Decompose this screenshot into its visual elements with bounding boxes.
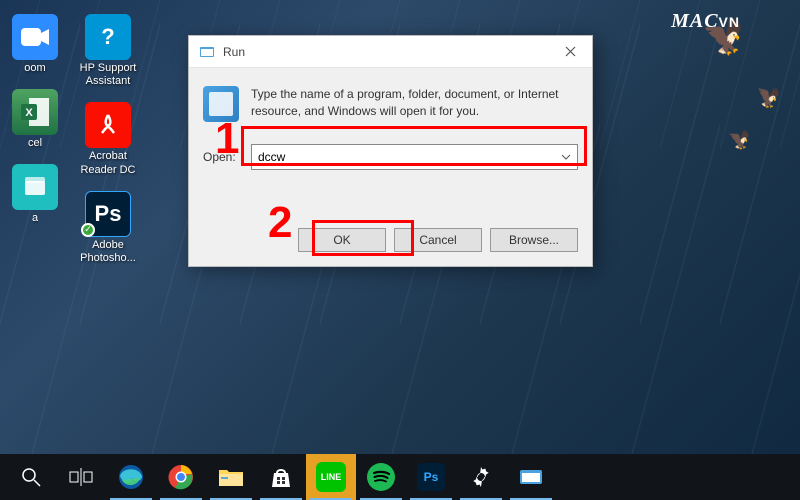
taskbar-settings[interactable] [456,454,506,500]
watermark-mac: MAC [671,10,718,33]
macvn-watermark: MACVN [671,10,740,33]
watermark-vn: VN [719,14,740,30]
desktop-icon-zoom[interactable]: oom [0,10,70,79]
store-icon [268,464,294,490]
taskbar-chrome[interactable] [156,454,206,500]
taskbar-search[interactable] [6,454,56,500]
run-description-text: Type the name of a program, folder, docu… [251,86,578,120]
run-title-text: Run [223,45,550,59]
run-app-icon [203,86,239,122]
chrome-icon [168,464,194,490]
desktop-label: cel [28,137,42,150]
desktop-icon-acrobat[interactable]: Acrobat Reader DC [73,98,143,180]
task-view-icon [68,464,94,490]
close-icon [565,46,576,57]
spotify-icon [367,463,395,491]
open-value-text: dccw [258,150,285,164]
desktop-icon-hp-support[interactable]: ? HP Support Assistant [73,10,143,92]
acrobat-icon [85,102,131,148]
edge-icon [118,464,144,490]
zoom-icon [12,14,58,60]
taskbar-photoshop[interactable]: Ps [406,454,456,500]
close-button[interactable] [550,37,590,67]
update-check-badge: ✓ [81,223,95,237]
taskbar-file-explorer[interactable] [206,454,256,500]
taskbar-store[interactable] [256,454,306,500]
desktop-label: Acrobat Reader DC [75,150,141,176]
desktop-label: oom [24,62,45,75]
taskbar-spotify[interactable] [356,454,406,500]
photoshop-taskbar-icon: Ps [417,463,445,491]
open-combobox[interactable]: dccw [251,144,578,170]
taskbar: LINE Ps [0,454,800,500]
line-icon: LINE [316,462,346,492]
taskbar-task-view[interactable] [56,454,106,500]
desktop-label: Adobe Photosho... [75,239,141,265]
browse-button[interactable]: Browse... [490,228,578,252]
run-title-icon [199,44,215,60]
excel-icon: X [12,89,58,135]
file-explorer-icon [218,464,244,490]
run-dialog: Run Type the name of a program, folder, … [188,35,593,267]
run-titlebar[interactable]: Run [189,36,592,68]
search-icon [18,464,44,490]
chevron-down-icon[interactable] [561,154,571,160]
desktop-label: HP Support Assistant [75,62,141,88]
bird-silhouette: 🦅 [727,130,750,152]
run-button-row: OK Cancel Browse... [298,228,578,252]
run-body: Type the name of a program, folder, docu… [189,68,592,180]
desktop-icon-excel[interactable]: X cel [0,85,70,154]
app-icon [12,164,58,210]
desktop-icon-photoshop[interactable]: Ps ✓ Adobe Photosho... [73,187,143,269]
svg-text:X: X [25,107,33,119]
taskbar-line[interactable]: LINE [306,454,356,500]
desktop-icon-app[interactable]: a [0,160,70,229]
ok-button[interactable]: OK [298,228,386,252]
hp-support-icon: ? [85,14,131,60]
open-label: Open: [203,150,241,164]
run-taskbar-icon [518,464,544,490]
desktop-label: a [32,212,38,225]
gear-icon [468,464,494,490]
taskbar-edge[interactable] [106,454,156,500]
cancel-button[interactable]: Cancel [394,228,482,252]
taskbar-run[interactable] [506,454,556,500]
bird-silhouette: 🦅 [753,83,782,112]
desktop-icons-area: oom X cel a ? HP Support Assistant Acrob… [0,10,143,269]
